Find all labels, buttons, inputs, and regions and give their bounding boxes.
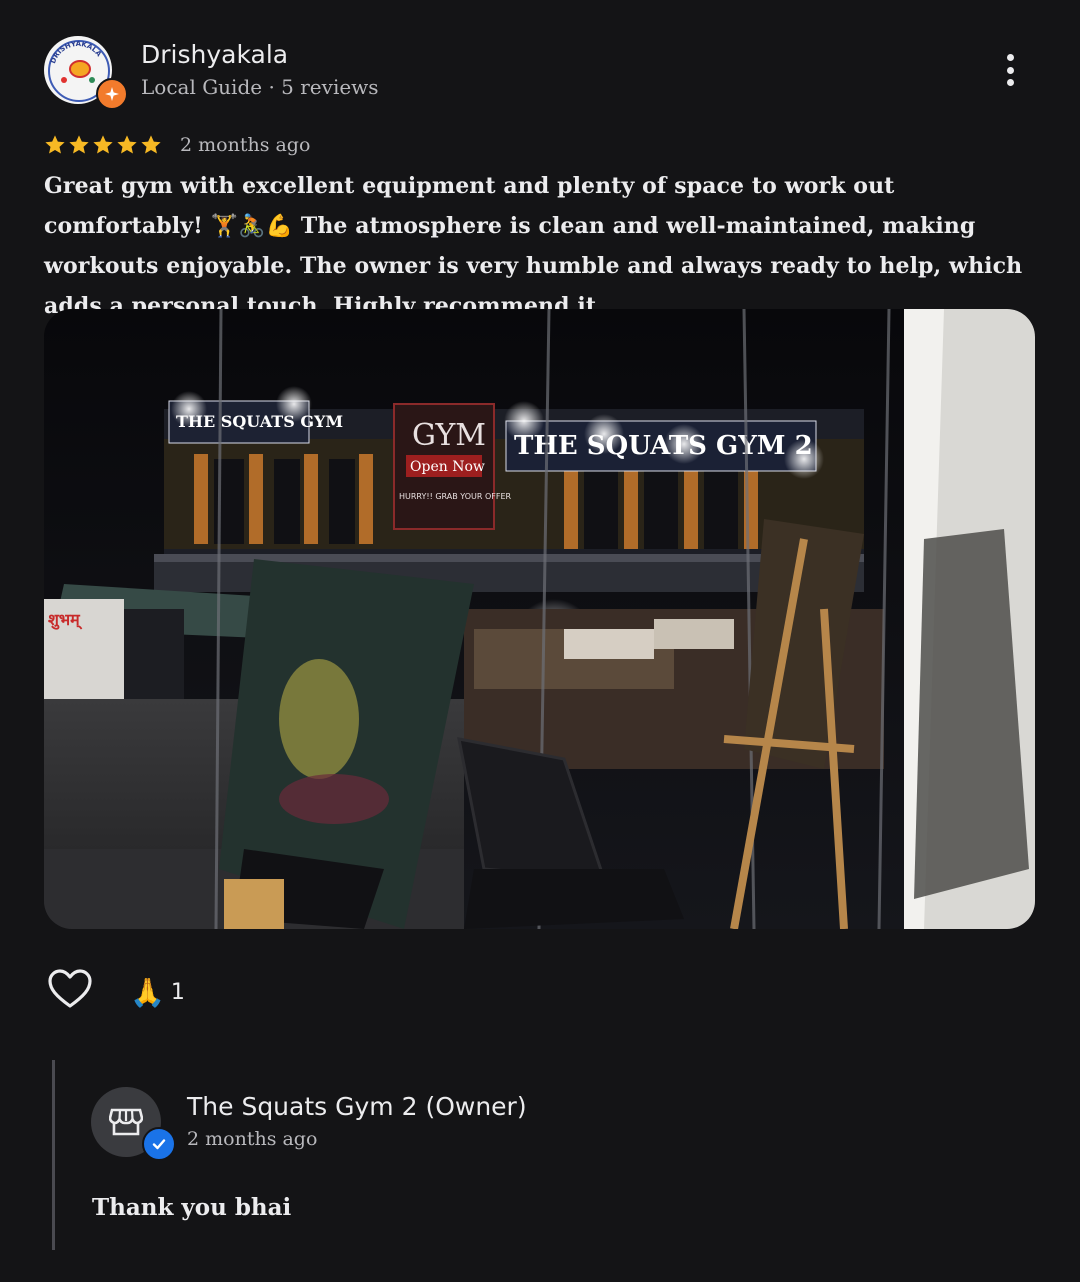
like-heart-icon[interactable] xyxy=(46,966,94,1014)
reply-time: 2 months ago xyxy=(187,1128,318,1150)
reviewer-name[interactable]: Drishyakala xyxy=(141,40,288,69)
reaction-summary[interactable]: 🙏 1 xyxy=(130,976,185,1009)
svg-text:THE SQUATS GYM 2: THE SQUATS GYM 2 xyxy=(514,431,813,461)
reaction-count: 1 xyxy=(170,980,185,1005)
svg-text:GYM: GYM xyxy=(412,418,486,453)
star-icon xyxy=(69,135,89,154)
reviewer-meta: Local Guide · 5 reviews xyxy=(141,75,379,99)
star-icon xyxy=(93,135,113,154)
review-time: 2 months ago xyxy=(180,134,311,156)
verified-check-icon xyxy=(142,1127,176,1161)
star-icon xyxy=(45,135,65,154)
storefront-icon xyxy=(109,1108,143,1136)
review-photo[interactable]: THE SQUATS GYM GYM Open Now HURRY!! GRAB… xyxy=(44,309,1035,929)
snail-logo-icon xyxy=(69,60,91,78)
review-text: Great gym with excellent equipment and p… xyxy=(44,173,1023,319)
star-icon xyxy=(117,135,137,154)
reply-divider xyxy=(52,1060,55,1250)
svg-text:Open Now: Open Now xyxy=(410,459,485,475)
local-guide-badge-icon xyxy=(96,78,128,110)
svg-text:शुभम्: शुभम् xyxy=(48,610,83,630)
svg-text:HURRY!! GRAB YOUR OFFER: HURRY!! GRAB YOUR OFFER xyxy=(399,492,512,501)
folded-hands-icon: 🙏 xyxy=(130,976,165,1009)
owner-name[interactable]: The Squats Gym 2 (Owner) xyxy=(187,1092,527,1121)
more-options-icon[interactable] xyxy=(994,50,1026,90)
star-rating xyxy=(44,134,162,156)
star-icon xyxy=(141,135,161,154)
reply-text: Thank you bhai xyxy=(92,1194,292,1221)
